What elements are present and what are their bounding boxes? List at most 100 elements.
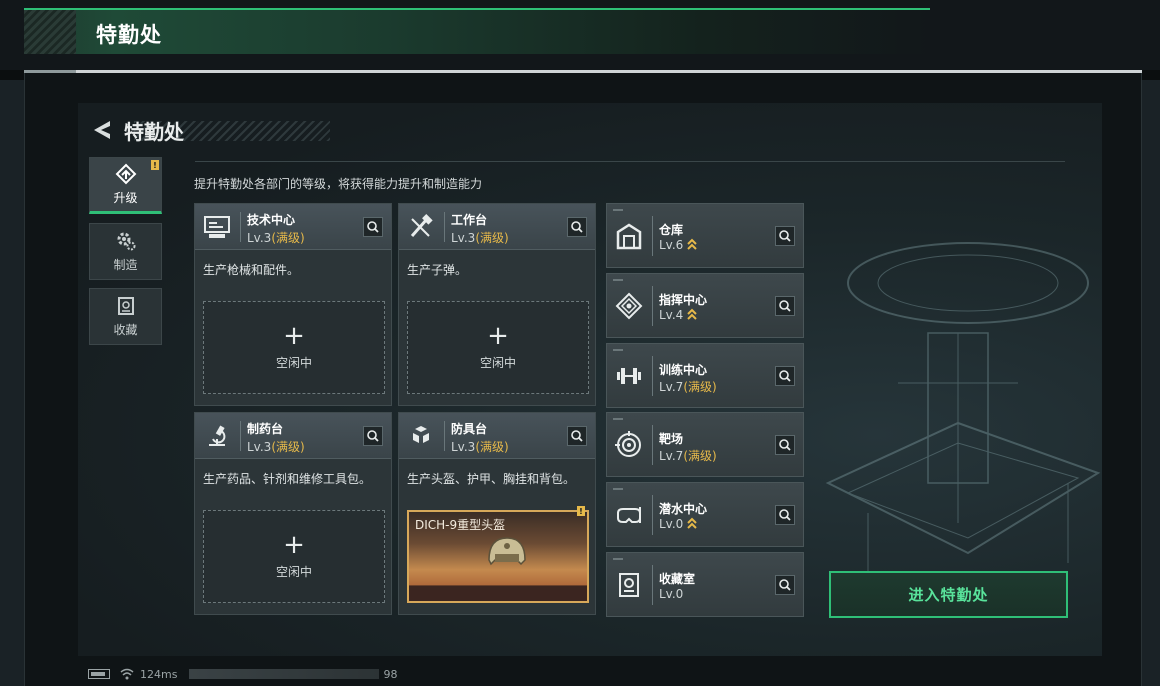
search-icon (779, 230, 791, 242)
diving-mask-icon (617, 507, 641, 523)
search-button[interactable] (775, 366, 795, 386)
search-button[interactable] (775, 505, 795, 525)
max-level-tag: (满级) (271, 440, 305, 454)
dept-shooting-range[interactable]: 靶场 Lv.7(满级) (606, 412, 804, 477)
card-level: Lv.3(满级) (451, 440, 509, 454)
card-header: 技术中心 Lv.3(满级) (195, 204, 391, 250)
enter-special-ops-button[interactable]: 进入特勤处 (829, 571, 1068, 618)
card-header: 工作台 Lv.3(满级) (399, 204, 595, 250)
dept-warehouse[interactable]: 仓库 Lv.6 (606, 203, 804, 268)
search-icon (571, 430, 583, 442)
top-bar: 特勤处 (0, 0, 1160, 70)
add-icon: + (283, 321, 305, 351)
card-armor-bench[interactable]: 防具台 Lv.3(满级) 生产头盔、护甲、胸挂和背包。 DICH-9重型头盔 ! (398, 412, 596, 615)
card-name: 制药台 (247, 422, 284, 436)
dept-training-center[interactable]: 训练中心 Lv.7(满级) (606, 343, 804, 408)
search-button[interactable] (775, 296, 795, 316)
status-bar: 124ms 98 (78, 662, 478, 686)
search-button[interactable] (567, 426, 587, 446)
search-button[interactable] (363, 426, 383, 446)
production-slot[interactable]: + 空闲中 (407, 301, 589, 394)
card-level: Lv.3(满级) (451, 231, 509, 245)
right-edge (1142, 80, 1160, 686)
dept-level: Lv.0 (659, 587, 684, 601)
helmet-icon (488, 537, 526, 566)
search-button[interactable] (363, 217, 383, 237)
search-button[interactable] (775, 435, 795, 455)
tab-collection-label: 收藏 (113, 323, 138, 337)
search-icon (367, 430, 379, 442)
card-description: 生产药品、针剂和维修工具包。 (203, 472, 372, 486)
dept-name: 指挥中心 (659, 293, 708, 307)
tech-center-icon (204, 216, 230, 238)
fps-readout: 98 (383, 667, 398, 681)
pharmacy-icon (209, 425, 226, 446)
card-tech-center[interactable]: 技术中心 Lv.3(满级) 生产枪械和配件。 + 空闲中 (194, 203, 392, 406)
wifi-icon (120, 668, 134, 680)
tab-upgrade-label: 升级 (113, 191, 138, 205)
card-pharmacy[interactable]: 制药台 Lv.3(满级) 生产药品、针剂和维修工具包。 + 空闲中 (194, 412, 392, 615)
tab-craft-label: 制造 (113, 258, 138, 272)
production-slot[interactable]: + 空闲中 (203, 510, 385, 603)
section-subtitle: 提升特勤处各部门的等级，将获得能力提升和制造能力 (194, 177, 483, 191)
search-button[interactable] (775, 575, 795, 595)
battery-icon (88, 669, 110, 679)
tab-craft[interactable]: 制造 (89, 223, 162, 280)
upgrade-arrow-icon (687, 517, 698, 529)
search-icon (779, 300, 791, 312)
dept-level: Lv.6 (659, 238, 698, 252)
search-button[interactable] (775, 226, 795, 246)
ping-readout: 124ms (140, 667, 178, 681)
tab-upgrade[interactable]: 升级 ! (89, 157, 162, 214)
crafting-item-slot[interactable]: DICH-9重型头盔 ! (407, 506, 589, 603)
dept-name: 收藏室 (659, 572, 696, 586)
back-arrow-icon[interactable] (90, 117, 116, 143)
card-level: Lv.3(满级) (247, 440, 305, 454)
armor-bench-icon (413, 426, 429, 443)
card-description: 生产头盔、护甲、胸挂和背包。 (407, 472, 576, 486)
page-title: 特勤处 (96, 23, 162, 47)
card-description: 生产枪械和配件。 (203, 263, 300, 277)
gear-icon (117, 232, 135, 251)
upgrade-arrow-icon (687, 238, 698, 250)
card-name: 工作台 (451, 213, 488, 227)
card-workbench[interactable]: 工作台 Lv.3(满级) 生产子弹。 + 空闲中 (398, 203, 596, 406)
dept-collection-room[interactable]: 收藏室 Lv.0 (606, 552, 804, 617)
card-name: 技术中心 (247, 213, 296, 227)
header-rule (195, 161, 1065, 162)
add-icon: + (283, 530, 305, 560)
production-slot[interactable]: + 空闲中 (203, 301, 385, 394)
search-icon (779, 509, 791, 521)
tab-upgrade-badge: ! (151, 160, 159, 170)
dept-diving-center[interactable]: 潜水中心 Lv.0 (606, 482, 804, 547)
game-screen: 特勤处 提升特勤处各部门的等级，将获得能力提升和制造能力 升级 ! 制造 收藏 (78, 103, 1102, 656)
target-icon (615, 431, 641, 457)
slot-status: 空闲中 (275, 565, 312, 579)
max-level-tag: (满级) (683, 380, 717, 394)
dept-command-center[interactable]: 指挥中心 Lv.4 (606, 273, 804, 338)
slot-status: 空闲中 (479, 356, 516, 370)
search-button[interactable] (567, 217, 587, 237)
card-name: 防具台 (451, 422, 488, 436)
dept-level: Lv.7(满级) (659, 449, 717, 463)
back-header[interactable]: 特勤处 (90, 115, 330, 145)
slot-status: 空闲中 (275, 356, 312, 370)
tab-collection[interactable]: 收藏 (89, 288, 162, 345)
max-level-tag: (满级) (683, 449, 717, 463)
dept-name: 训练中心 (659, 363, 708, 377)
add-icon: + (487, 321, 509, 351)
back-title-label: 特勤处 (124, 119, 184, 144)
dept-name: 仓库 (659, 223, 684, 237)
card-description: 生产子弹。 (407, 263, 468, 277)
collection-icon (117, 297, 134, 315)
card-header: 防具台 Lv.3(满级) (399, 413, 595, 459)
max-level-tag: (满级) (475, 440, 509, 454)
workbench-icon (410, 214, 433, 237)
search-icon (779, 370, 791, 382)
card-level: Lv.3(满级) (247, 231, 305, 245)
upgrade-icon (115, 163, 136, 185)
max-level-tag: (满级) (271, 231, 305, 245)
search-icon (367, 221, 379, 233)
left-edge (0, 80, 24, 686)
dumbbell-icon (617, 368, 641, 384)
